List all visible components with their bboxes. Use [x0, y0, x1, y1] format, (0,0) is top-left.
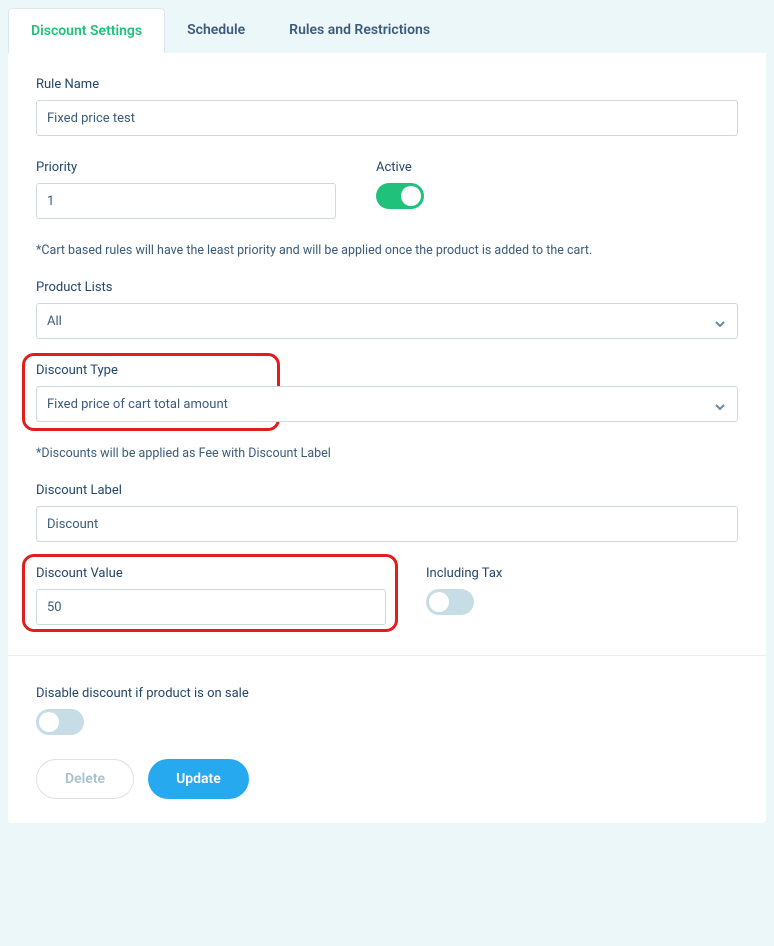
disable-on-sale-toggle[interactable]	[36, 709, 84, 735]
discount-label-label: Discount Label	[36, 483, 738, 498]
tab-rules-restrictions[interactable]: Rules and Restrictions	[267, 8, 452, 53]
rule-name-input[interactable]	[36, 100, 738, 136]
active-toggle[interactable]	[376, 183, 424, 209]
tab-schedule[interactable]: Schedule	[165, 8, 267, 53]
cart-priority-help: *Cart based rules will have the least pr…	[36, 243, 738, 258]
fee-note-help: *Discounts will be applied as Fee with D…	[36, 446, 738, 461]
including-tax-toggle[interactable]	[426, 589, 474, 615]
discount-value-label: Discount Value	[36, 566, 386, 581]
update-button[interactable]: Update	[148, 759, 249, 799]
discount-label-input[interactable]	[36, 506, 738, 542]
product-lists-select[interactable]: All	[36, 303, 738, 339]
discount-type-label: Discount Type	[36, 363, 738, 378]
product-lists-label: Product Lists	[36, 280, 738, 295]
delete-button[interactable]: Delete	[36, 759, 134, 799]
discount-type-select[interactable]: Fixed price of cart total amount	[36, 386, 738, 422]
priority-input[interactable]	[36, 183, 336, 219]
discount-value-input[interactable]	[36, 589, 386, 625]
active-label: Active	[376, 160, 738, 175]
including-tax-label: Including Tax	[426, 566, 738, 581]
disable-on-sale-label: Disable discount if product is on sale	[36, 686, 738, 701]
tab-discount-settings[interactable]: Discount Settings	[8, 8, 165, 53]
tabs-bar: Discount Settings Schedule Rules and Res…	[8, 8, 766, 53]
priority-label: Priority	[36, 160, 336, 175]
rule-name-label: Rule Name	[36, 77, 738, 92]
